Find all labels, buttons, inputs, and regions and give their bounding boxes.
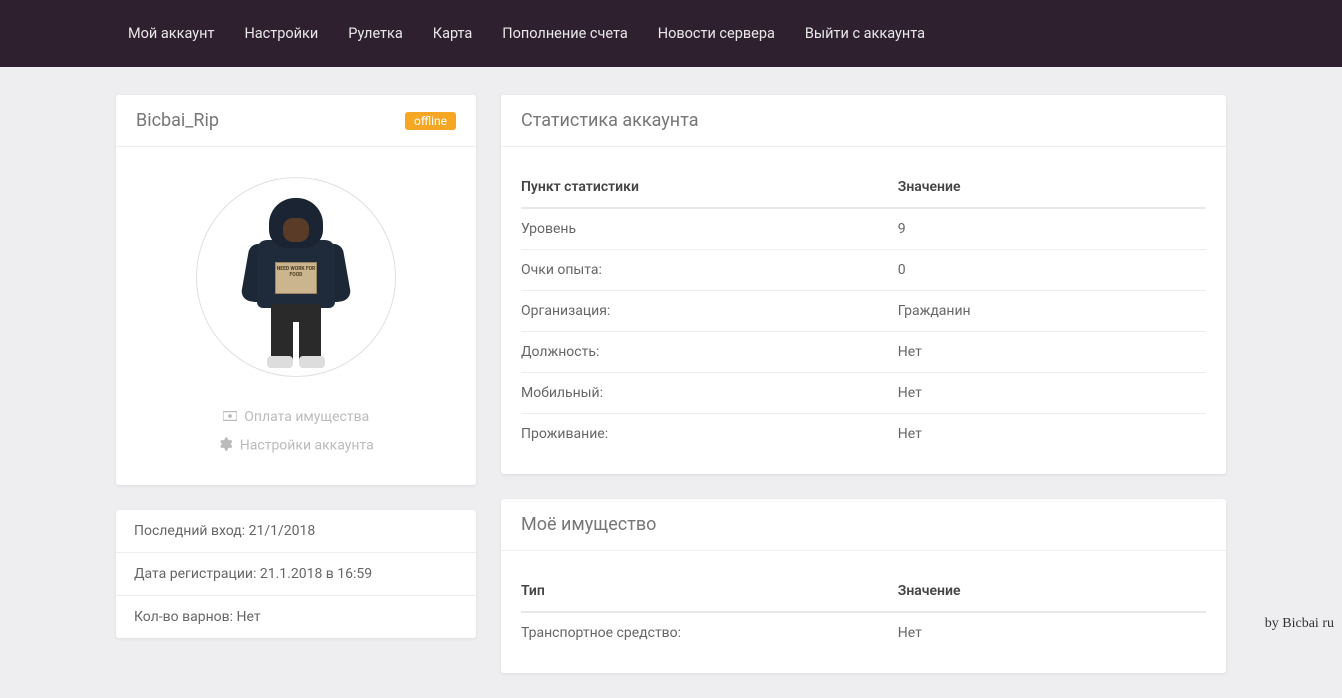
watermark: by Bicbai ru — [1265, 616, 1334, 632]
avatar-sign: NEED WORK FOR FOOD — [275, 262, 317, 294]
property-header: Моё имущество — [501, 499, 1226, 551]
table-row: Мобильный:Нет — [521, 373, 1206, 414]
property-value: Нет — [898, 612, 1206, 653]
top-navbar: Мой аккаунт Настройки Рулетка Карта Попо… — [0, 0, 1342, 67]
stats-header: Статистика аккаунта — [501, 95, 1226, 147]
main-container: Bicbai_Rip offline NEED WORK FOR FOOD — [106, 67, 1236, 698]
property-title: Моё имущество — [521, 514, 656, 535]
profile-username: Bicbai_Rip — [136, 110, 219, 131]
profile-header: Bicbai_Rip offline — [116, 95, 476, 147]
table-row: Проживание:Нет — [521, 414, 1206, 455]
stat-value: Нет — [898, 414, 1206, 455]
stat-label: Мобильный: — [521, 373, 898, 414]
property-panel: Моё имущество Тип Значение Транспортное … — [501, 499, 1226, 673]
stat-value: Нет — [898, 332, 1206, 373]
stat-label: Уровень — [521, 208, 898, 250]
nav-map[interactable]: Карта — [421, 15, 485, 52]
nav-server-news[interactable]: Новости сервера — [646, 15, 787, 52]
nav-inner: Мой аккаунт Настройки Рулетка Карта Попо… — [106, 15, 1236, 52]
info-list: Последний вход: 21/1/2018 Дата регистрац… — [116, 510, 476, 638]
property-label: Транспортное средство: — [521, 612, 898, 653]
stats-title: Статистика аккаунта — [521, 110, 699, 131]
stats-panel: Статистика аккаунта Пункт статистики Зна… — [501, 95, 1226, 474]
link-account-settings-label: Настройки аккаунта — [240, 438, 374, 454]
stat-label: Проживание: — [521, 414, 898, 455]
link-account-settings[interactable]: Настройки аккаунта — [136, 431, 456, 461]
property-table: Тип Значение Транспортное средство:Нет — [521, 571, 1206, 653]
nav-my-account[interactable]: Мой аккаунт — [116, 15, 226, 52]
stat-label: Должность: — [521, 332, 898, 373]
profile-links: Оплата имущества Настройки аккаунта — [136, 397, 456, 465]
info-reg-date: Дата регистрации: 21.1.2018 в 16:59 — [116, 553, 476, 596]
table-row: Уровень9 — [521, 208, 1206, 250]
link-pay-property-label: Оплата имущества — [244, 409, 369, 425]
table-row: Транспортное средство:Нет — [521, 612, 1206, 653]
avatar: NEED WORK FOR FOOD — [196, 177, 396, 377]
stats-col-value: Значение — [898, 167, 1206, 208]
info-warns: Кол-во варнов: Нет — [116, 596, 476, 638]
profile-panel: Bicbai_Rip offline NEED WORK FOR FOOD — [116, 95, 476, 485]
table-row: Очки опыта:0 — [521, 250, 1206, 291]
left-column: Bicbai_Rip offline NEED WORK FOR FOOD — [116, 95, 476, 638]
link-pay-property[interactable]: Оплата имущества — [136, 403, 456, 431]
table-row: Организация:Гражданин — [521, 291, 1206, 332]
property-body: Тип Значение Транспортное средство:Нет — [501, 551, 1226, 673]
avatar-character-icon: NEED WORK FOR FOOD — [241, 192, 351, 377]
money-icon — [223, 409, 237, 425]
property-col-value: Значение — [898, 571, 1206, 612]
stats-col-label: Пункт статистики — [521, 167, 898, 208]
nav-roulette[interactable]: Рулетка — [336, 15, 415, 52]
stat-label: Очки опыта: — [521, 250, 898, 291]
stat-value: Гражданин — [898, 291, 1206, 332]
info-last-login: Последний вход: 21/1/2018 — [116, 510, 476, 553]
stat-value: 0 — [898, 250, 1206, 291]
right-column: Статистика аккаунта Пункт статистики Зна… — [501, 95, 1226, 698]
nav-settings[interactable]: Настройки — [232, 15, 330, 52]
stat-value: 9 — [898, 208, 1206, 250]
profile-body: NEED WORK FOR FOOD Оплата имуществ — [116, 147, 476, 485]
nav-logout[interactable]: Выйти с аккаунта — [793, 15, 937, 52]
table-row: Должность:Нет — [521, 332, 1206, 373]
stats-body: Пункт статистики Значение Уровень9 Очки … — [501, 147, 1226, 474]
stats-table: Пункт статистики Значение Уровень9 Очки … — [521, 167, 1206, 454]
property-col-label: Тип — [521, 571, 898, 612]
nav-topup[interactable]: Пополнение счета — [490, 15, 639, 52]
stat-value: Нет — [898, 373, 1206, 414]
stat-label: Организация: — [521, 291, 898, 332]
avatar-wrap: NEED WORK FOR FOOD — [136, 167, 456, 397]
gear-icon — [218, 437, 232, 455]
status-badge: offline — [405, 112, 456, 130]
